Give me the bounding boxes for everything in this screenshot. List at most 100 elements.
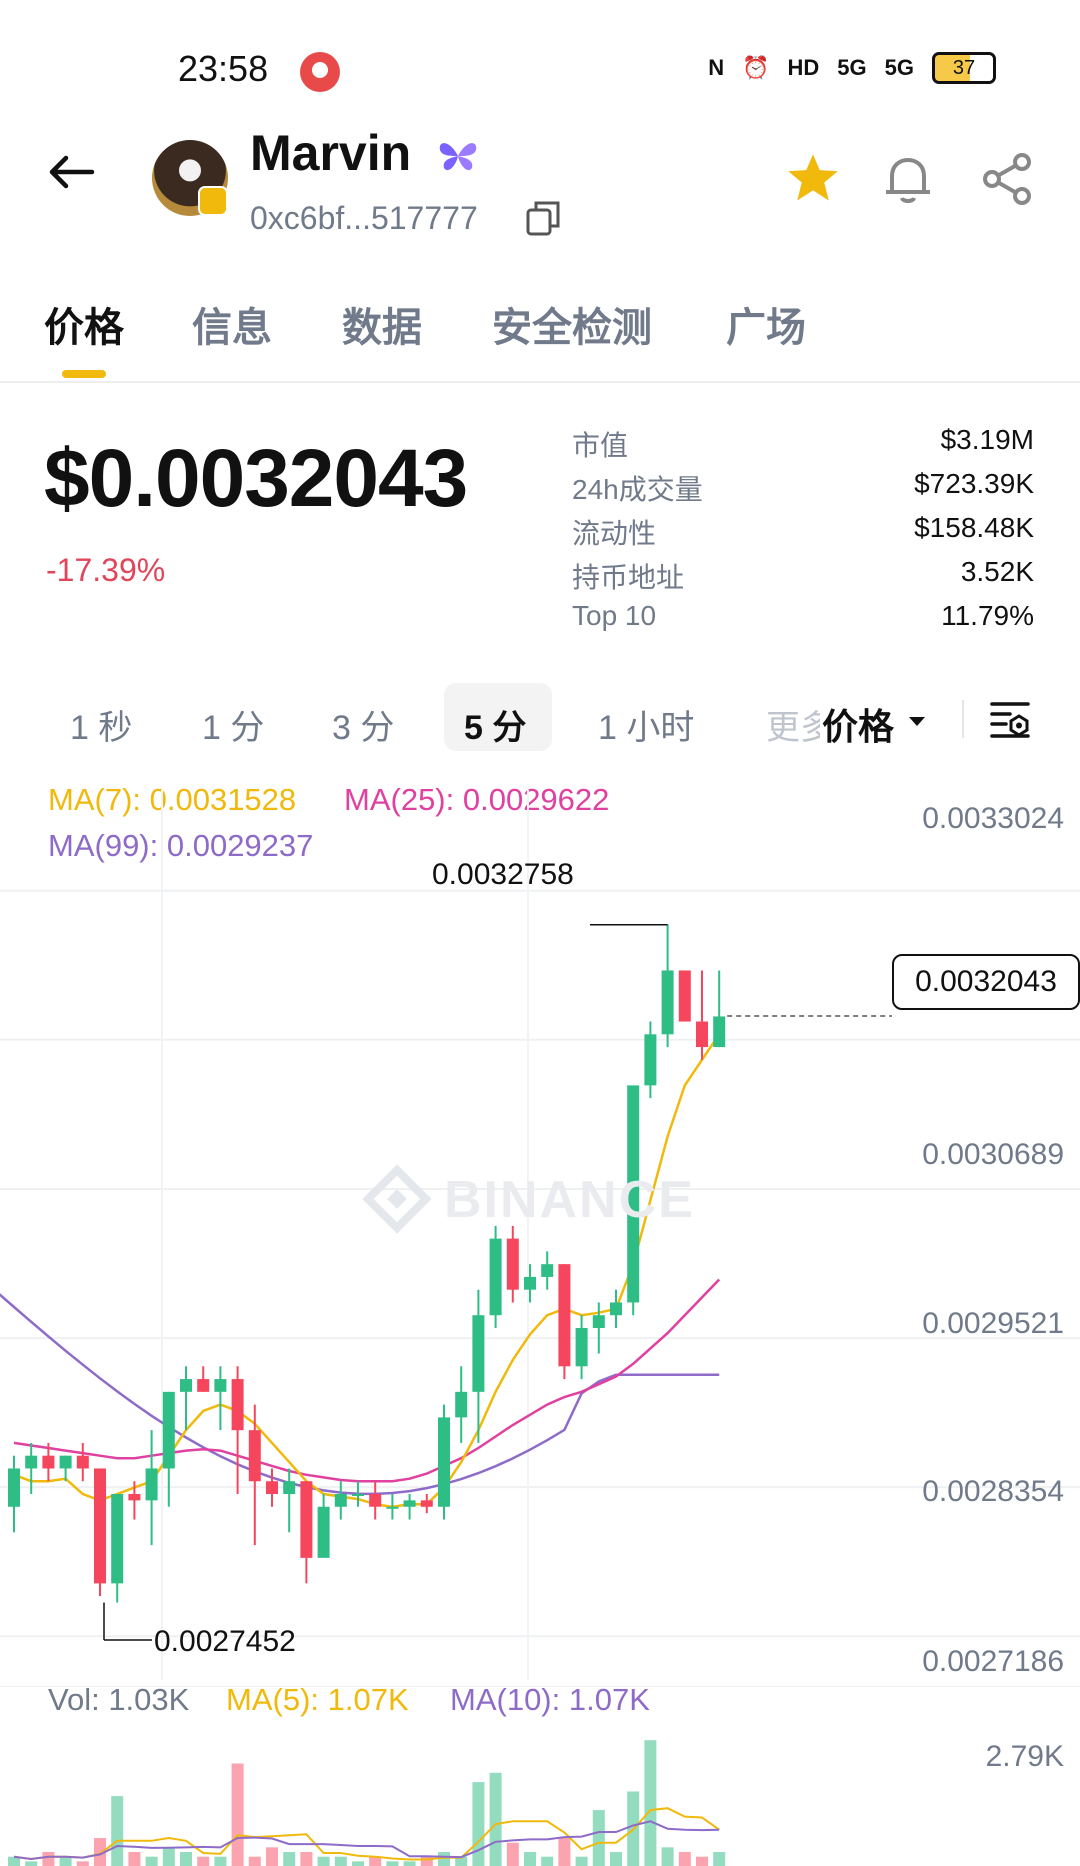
candle-body: [162, 1391, 175, 1469]
candle-body: [25, 1455, 38, 1469]
interval-1m[interactable]: 1 分: [202, 700, 264, 749]
copy-icon[interactable]: [524, 198, 564, 238]
volume-bar: [352, 1861, 364, 1866]
volume-bar: [300, 1852, 313, 1866]
hd-icon: HD: [787, 55, 820, 80]
tab-info[interactable]: 信息: [192, 295, 272, 353]
volume-bar: [403, 1861, 416, 1866]
candle-body: [76, 1455, 89, 1469]
stat-label-top10: Top 10: [572, 600, 657, 631]
candle-body: [455, 1391, 468, 1418]
candle-body: [111, 1494, 124, 1584]
candle-body: [300, 1481, 313, 1558]
interval-1h[interactable]: 1 小时: [598, 700, 694, 749]
tab-security[interactable]: 安全检测: [492, 295, 652, 353]
chain-badge-icon: [198, 186, 228, 216]
current-price: $0.0032043: [44, 433, 468, 524]
volume-bar: [541, 1856, 554, 1866]
high-price-label: 0.0032758: [432, 858, 574, 891]
volume-bar: [180, 1852, 192, 1866]
tab-active-indicator: [62, 370, 106, 378]
battery-icon: 37: [932, 52, 996, 84]
price-type-select[interactable]: 价格: [822, 698, 894, 750]
interval-3m[interactable]: 3 分: [332, 700, 394, 749]
candle-body: [59, 1455, 72, 1469]
candle-body: [403, 1500, 416, 1507]
volume-bar: [472, 1782, 485, 1866]
candlestick-chart[interactable]: [0, 790, 1080, 1680]
candle-body: [94, 1468, 106, 1584]
candle-body: [386, 1506, 399, 1509]
candle-body: [524, 1276, 536, 1290]
volume-bar: [661, 1847, 674, 1866]
tab-square[interactable]: 广场: [726, 295, 806, 353]
candle-body: [334, 1494, 347, 1507]
status-icons: N ⏰ HD 5G 5G 37: [708, 52, 996, 84]
candle-body: [506, 1238, 519, 1290]
tab-price[interactable]: 价格: [44, 295, 124, 353]
volume-bar: [128, 1852, 141, 1866]
candle-body: [661, 970, 674, 1035]
volume-bar: [214, 1856, 227, 1866]
stat-label-holders: 持币地址: [572, 562, 685, 593]
volume-bar: [575, 1856, 588, 1866]
app-notification-icon: [300, 52, 340, 92]
share-icon[interactable]: [980, 152, 1034, 206]
y-axis-label-2: 0.0030689: [922, 1138, 1064, 1171]
candle-body: [541, 1264, 554, 1277]
candle-body: [489, 1238, 502, 1316]
candle-body: [610, 1302, 622, 1316]
low-price-label: 0.0027452: [154, 1625, 296, 1658]
y-axis-label-5: 0.0027186: [922, 1645, 1064, 1678]
nfc-icon: N: [708, 55, 725, 80]
interval-5m[interactable]: 5 分: [464, 700, 526, 749]
candle-body: [197, 1379, 210, 1392]
volume-bar: [678, 1852, 691, 1866]
signal-icon-2: 5G: [884, 55, 914, 80]
stat-value-liquidity: $158.48K: [914, 512, 1034, 543]
stat-value-volume: $723.39K: [914, 468, 1034, 499]
volume-bar: [592, 1810, 605, 1866]
current-price-marker: 0.0032043: [892, 954, 1080, 1010]
candle-body: [352, 1494, 364, 1496]
bell-icon[interactable]: [880, 152, 936, 206]
favorite-star-icon[interactable]: [786, 152, 840, 204]
binance-logo-icon: [362, 1164, 432, 1234]
volume-bar: [197, 1856, 210, 1866]
stat-label-volume: 24h成交量: [572, 474, 703, 505]
volume-bar: [506, 1842, 519, 1866]
volume-bar: [489, 1772, 502, 1866]
interval-more[interactable]: 更多: [766, 700, 820, 749]
candle-body: [180, 1379, 192, 1392]
candle-body: [248, 1430, 261, 1482]
back-arrow-icon[interactable]: [46, 152, 96, 192]
divider: [962, 700, 964, 738]
stat-value-holders: 3.52K: [960, 556, 1034, 587]
interval-1s[interactable]: 1 秒: [70, 700, 132, 749]
tab-data[interactable]: 数据: [342, 295, 422, 353]
stat-value-top10: 11.79%: [941, 600, 1034, 631]
y-axis-label-1: 0.0033024: [922, 802, 1064, 835]
caret-down-icon[interactable]: [908, 716, 926, 728]
candle-body: [283, 1481, 296, 1494]
candle-body: [472, 1315, 485, 1392]
token-address: 0xc6bf...517777: [250, 200, 478, 236]
candle-body: [369, 1494, 382, 1507]
stat-label-market-cap: 市值: [572, 430, 629, 461]
chart-settings-icon[interactable]: [988, 698, 1032, 742]
volume-bar: [317, 1856, 330, 1866]
tab-bar: 价格 信息 数据 安全检测 广场: [0, 295, 1080, 383]
volume-bar: [248, 1856, 261, 1866]
stat-value-market-cap: $3.19M: [940, 424, 1034, 455]
candle-body: [8, 1468, 20, 1507]
candle-body: [678, 970, 691, 1022]
volume-bar: [610, 1852, 622, 1866]
volume-bar: [59, 1856, 72, 1866]
volume-bar: [696, 1856, 708, 1866]
volume-bar: [283, 1852, 296, 1866]
stat-label-liquidity: 流动性: [572, 518, 657, 549]
candle-body: [145, 1468, 158, 1501]
volume-bar: [334, 1856, 347, 1866]
status-time: 23:58: [178, 48, 269, 89]
volume-bar: [111, 1796, 124, 1866]
